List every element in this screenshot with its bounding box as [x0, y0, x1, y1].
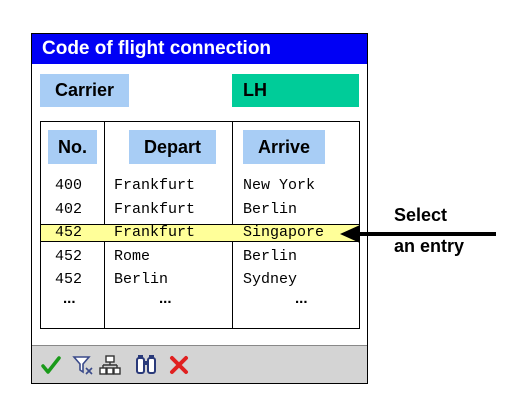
cell-arrive: Berlin: [243, 248, 298, 265]
cancel-icon[interactable]: [168, 354, 190, 376]
more-rows-indicator: ... ... ...: [41, 288, 359, 310]
ellipsis-arrive: ...: [295, 290, 308, 307]
table-row-selected[interactable]: 452 Frankfurt Singapore: [41, 224, 359, 242]
cell-depart: Frankfurt: [114, 201, 196, 218]
column-header-arrive[interactable]: Arrive: [243, 130, 325, 164]
cell-arrive: Singapore: [243, 224, 325, 241]
dialog-toolbar: [32, 345, 367, 383]
cell-arrive: New York: [243, 177, 316, 194]
cell-depart: Frankfurt: [114, 177, 196, 194]
cell-depart: Rome: [114, 248, 151, 265]
cell-no: 452: [55, 224, 83, 241]
column-header-depart[interactable]: Depart: [129, 130, 216, 164]
filter-icon[interactable]: [72, 354, 94, 376]
table-row[interactable]: 400 Frankfurt New York: [41, 175, 359, 197]
connections-table: No. Depart Arrive 400 Frankfurt New York…: [40, 121, 360, 329]
callout-line2: an entry: [394, 236, 465, 256]
flight-connection-dialog: Code of flight connection Carrier LH No.…: [31, 33, 368, 384]
carrier-value: LH: [232, 74, 359, 107]
ellipsis-depart: ...: [159, 290, 172, 307]
cell-no: 452: [55, 248, 83, 265]
cell-no: 402: [55, 201, 83, 218]
table-row[interactable]: 452 Rome Berlin: [41, 246, 359, 268]
table-row[interactable]: 402 Frankfurt Berlin: [41, 199, 359, 221]
dialog-title: Code of flight connection: [32, 34, 367, 64]
check-icon[interactable]: [40, 354, 62, 376]
callout-line1: Select: [394, 205, 448, 225]
ellipsis-no: ...: [63, 290, 76, 307]
cell-arrive: Berlin: [243, 201, 298, 218]
hierarchy-icon[interactable]: [99, 354, 121, 376]
cell-depart: Frankfurt: [114, 224, 196, 241]
find-icon[interactable]: [135, 354, 157, 376]
cell-no: 400: [55, 177, 83, 194]
column-header-no[interactable]: No.: [48, 130, 97, 164]
carrier-label: Carrier: [40, 74, 129, 107]
